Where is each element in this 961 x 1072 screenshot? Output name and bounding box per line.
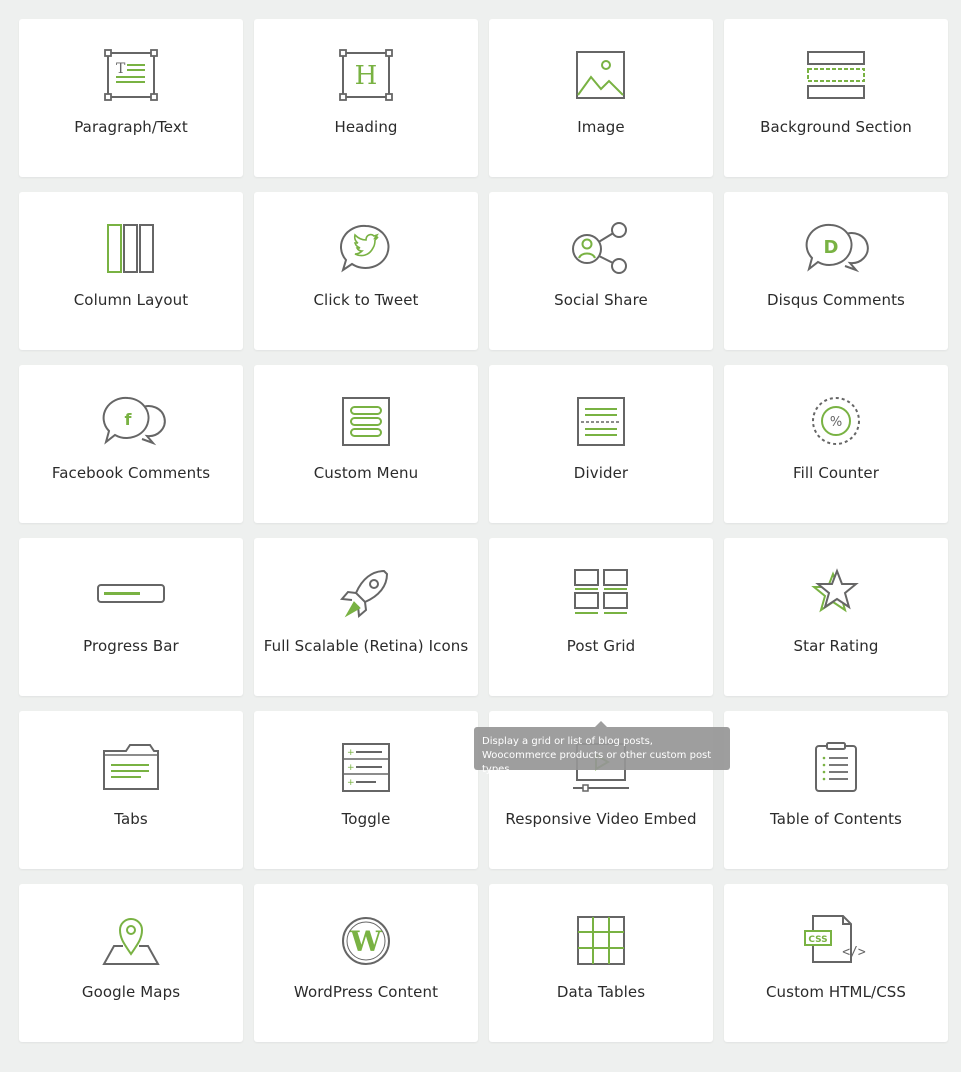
module-card-google-maps[interactable]: Google Maps (19, 884, 243, 1042)
click-to-tweet-icon (254, 222, 478, 276)
module-label: Table of Contents (770, 810, 902, 828)
svg-text:+: + (347, 763, 355, 773)
module-label: Responsive Video Embed (505, 810, 697, 828)
tabs-icon (19, 741, 243, 795)
module-card-custom-menu[interactable]: Custom Menu (254, 365, 478, 523)
module-card-heading[interactable]: H Heading (254, 19, 478, 177)
svg-text:+: + (347, 778, 355, 788)
module-card-click-to-tweet[interactable]: Click to Tweet (254, 192, 478, 350)
module-label: Progress Bar (83, 637, 179, 655)
module-label: Paragraph/Text (74, 118, 188, 136)
data-tables-icon (489, 914, 713, 968)
module-card-column-layout[interactable]: Column Layout (19, 192, 243, 350)
module-label: Column Layout (73, 291, 189, 309)
module-label: Background Section (760, 118, 912, 136)
module-grid: T Paragraph/Text H Heading Image Backgro… (19, 19, 949, 1042)
progress-bar-icon (19, 568, 243, 622)
svg-text:%: % (830, 415, 842, 430)
module-label: Google Maps (81, 983, 181, 1001)
module-card-data-tables[interactable]: Data Tables (489, 884, 713, 1042)
module-label: Data Tables (556, 983, 646, 1001)
svg-text:</>: </> (842, 945, 866, 960)
svg-text:CSS: CSS (808, 935, 827, 945)
module-label: Custom Menu (313, 464, 419, 482)
module-label: Facebook Comments (51, 464, 211, 482)
image-icon (489, 49, 713, 103)
module-card-table-of-contents[interactable]: Table of Contents (724, 711, 948, 869)
svg-text:H: H (355, 61, 378, 91)
module-label: Tabs (114, 810, 148, 828)
heading-icon: H (254, 49, 478, 103)
module-card-custom-html-css[interactable]: CSS </> Custom HTML/CSS (724, 884, 948, 1042)
background-section-icon (724, 49, 948, 103)
svg-text:T: T (116, 61, 126, 77)
module-card-background-section[interactable]: Background Section (724, 19, 948, 177)
module-label: Disqus Comments (767, 291, 905, 309)
post-grid-tooltip: Display a grid or list of blog posts, Wo… (474, 721, 730, 775)
wordpress-icon: W (254, 914, 478, 968)
module-label: WordPress Content (293, 983, 439, 1001)
module-card-progress-bar[interactable]: Progress Bar (19, 538, 243, 696)
module-label: Full Scalable (Retina) Icons (263, 637, 469, 655)
svg-text:D: D (824, 237, 839, 258)
module-label: Heading (334, 118, 398, 136)
module-card-image[interactable]: Image (489, 19, 713, 177)
toggle-icon: + + + (254, 741, 478, 795)
module-label: Fill Counter (793, 464, 879, 482)
module-label: Divider (573, 464, 629, 482)
custom-html-css-icon: CSS </> (724, 914, 948, 968)
custom-menu-icon (254, 395, 478, 449)
google-maps-icon (19, 914, 243, 968)
module-label: Image (577, 118, 625, 136)
table-of-contents-icon (724, 741, 948, 795)
module-card-wordpress-content[interactable]: W WordPress Content (254, 884, 478, 1042)
module-card-facebook-comments[interactable]: f Facebook Comments (19, 365, 243, 523)
post-grid-icon (489, 568, 713, 622)
module-card-star-rating[interactable]: Star Rating (724, 538, 948, 696)
module-card-divider[interactable]: Divider (489, 365, 713, 523)
module-card-toggle[interactable]: + + + Toggle (254, 711, 478, 869)
disqus-comments-icon: D (724, 222, 948, 276)
module-card-social-share[interactable]: Social Share (489, 192, 713, 350)
star-rating-icon (724, 568, 948, 622)
module-card-tabs[interactable]: Tabs (19, 711, 243, 869)
column-layout-icon (19, 222, 243, 276)
rocket-icon (254, 568, 478, 622)
svg-text:f: f (125, 410, 133, 429)
divider-icon (489, 395, 713, 449)
module-card-post-grid[interactable]: Post Grid (489, 538, 713, 696)
social-share-icon (489, 222, 713, 276)
module-card-scalable-icons[interactable]: Full Scalable (Retina) Icons (254, 538, 478, 696)
module-card-disqus-comments[interactable]: D Disqus Comments (724, 192, 948, 350)
svg-text:W: W (349, 925, 382, 958)
fill-counter-icon: % (724, 395, 948, 449)
module-card-fill-counter[interactable]: % Fill Counter (724, 365, 948, 523)
module-label: Social Share (554, 291, 648, 309)
module-label: Click to Tweet (313, 291, 419, 309)
module-label: Star Rating (793, 637, 879, 655)
module-card-paragraph-text[interactable]: T Paragraph/Text (19, 19, 243, 177)
module-label: Toggle (341, 810, 391, 828)
svg-text:+: + (347, 748, 355, 758)
module-label: Post Grid (566, 637, 636, 655)
paragraph-text-icon: T (19, 49, 243, 103)
module-label: Custom HTML/CSS (765, 983, 907, 1001)
facebook-comments-icon: f (19, 395, 243, 449)
